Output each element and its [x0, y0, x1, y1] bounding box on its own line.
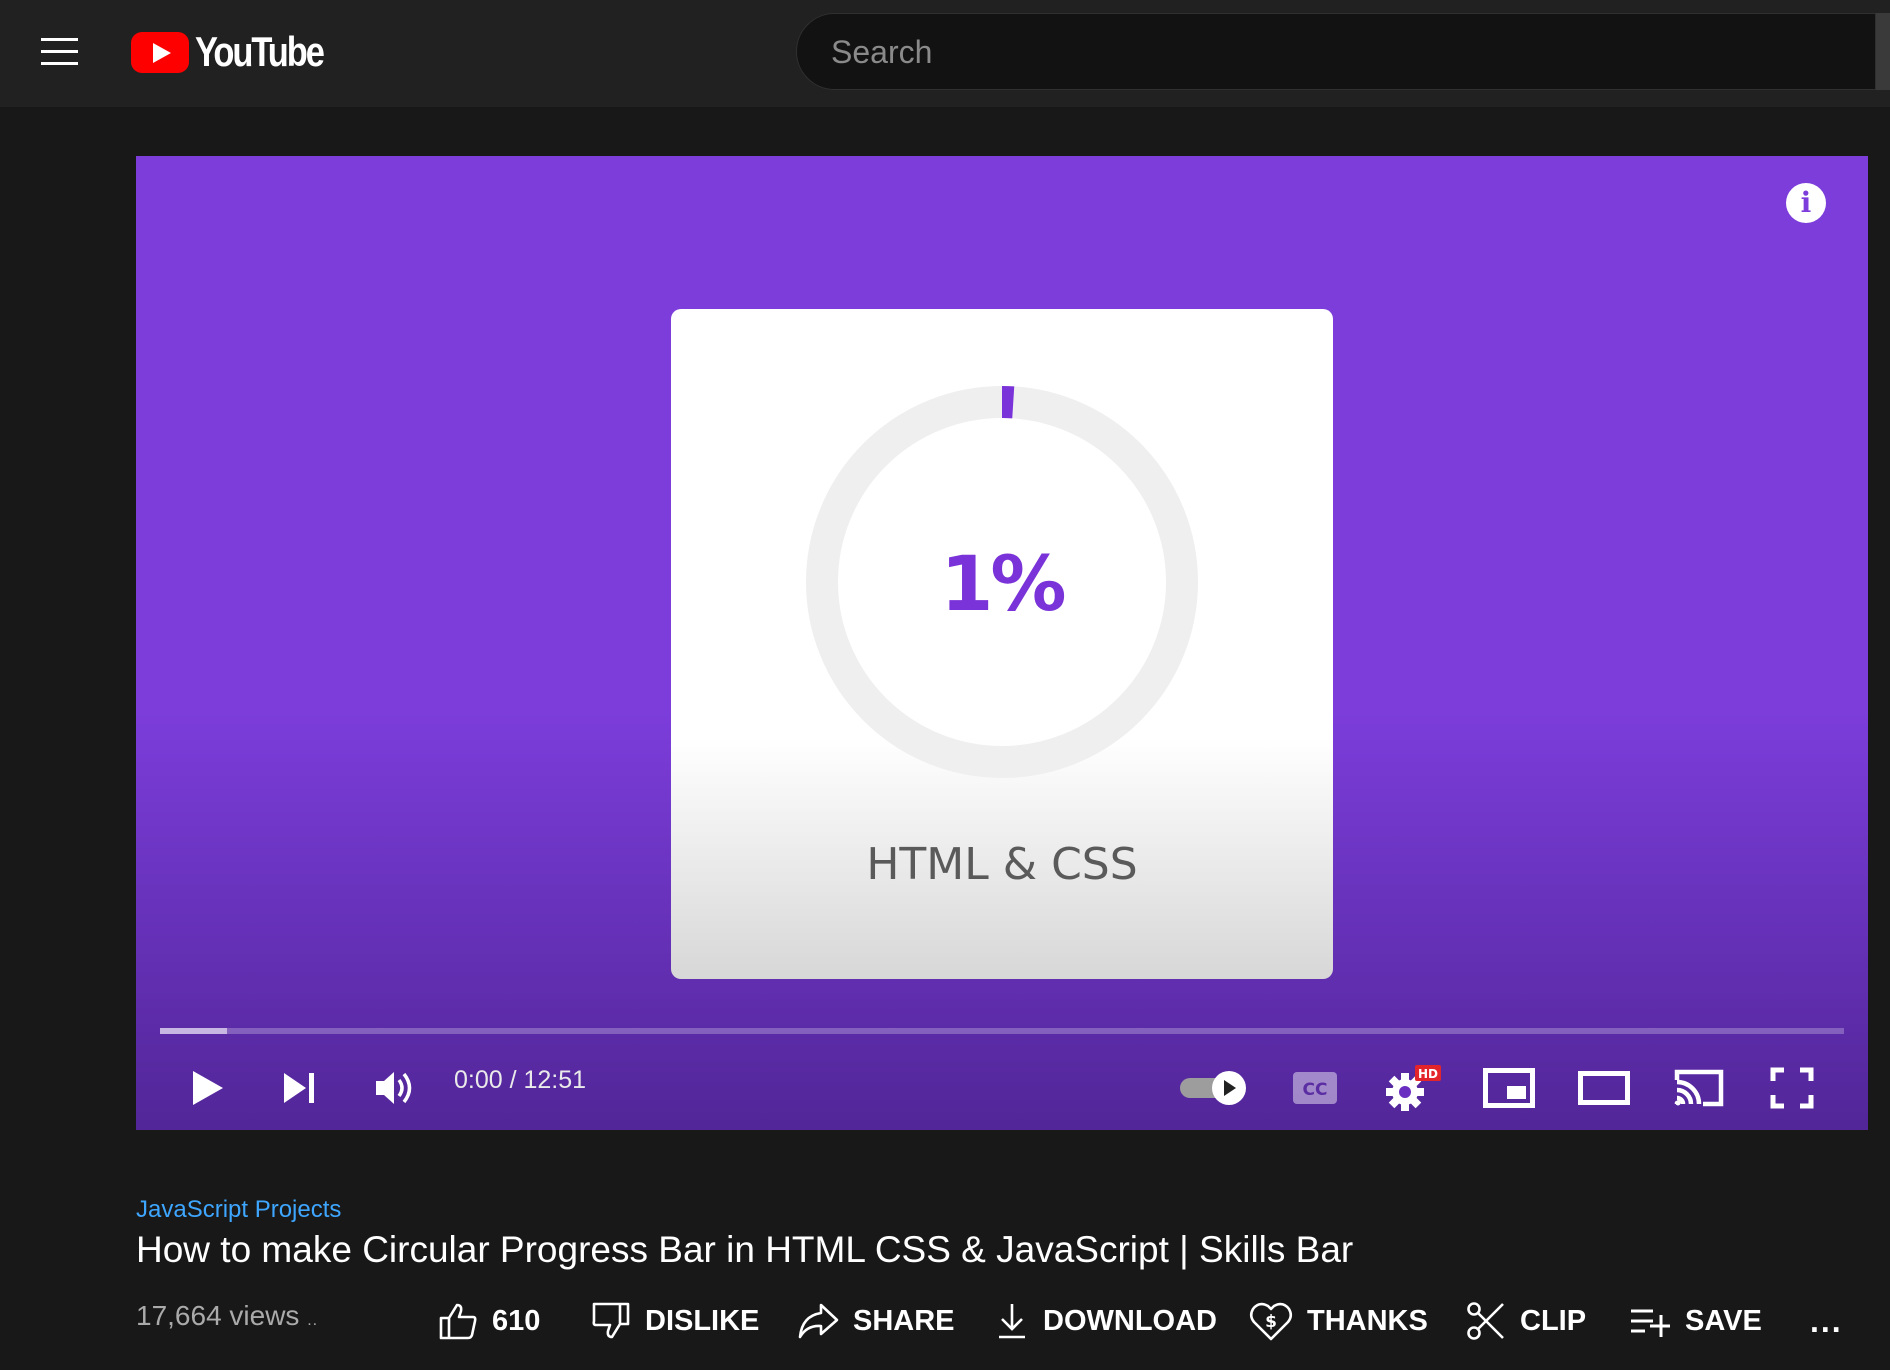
miniplayer-icon	[1483, 1068, 1535, 1108]
fullscreen-icon	[1770, 1067, 1814, 1109]
channel-link[interactable]: JavaScript Projects	[136, 1196, 341, 1224]
share-button[interactable]: SHARE	[797, 1296, 955, 1346]
video-player[interactable]: i 1% HTML & CSS 0:00 / 12:51 CC HD	[136, 156, 1868, 1130]
hd-badge-label: HD	[1418, 1067, 1438, 1081]
skill-label: HTML & CSS	[866, 839, 1138, 890]
seek-bar-played	[160, 1028, 228, 1034]
logo-text: YouTube	[195, 28, 325, 75]
autoplay-toggle[interactable]	[1179, 1056, 1251, 1120]
scissors-icon	[1467, 1302, 1504, 1340]
save-button[interactable]: SAVE	[1629, 1296, 1762, 1346]
settings-icon: HD	[1386, 1065, 1441, 1111]
svg-text:$: $	[1265, 1312, 1277, 1332]
video-progress-card: 1% HTML & CSS	[671, 309, 1333, 979]
more-icon: ...	[1810, 1302, 1843, 1339]
view-count: 17,664 views ..	[136, 1300, 318, 1332]
search-input[interactable]	[829, 14, 1863, 91]
thumbs-down-icon	[592, 1302, 630, 1339]
play-button[interactable]	[186, 1056, 230, 1120]
like-count: 610	[492, 1304, 541, 1337]
miniplayer-button[interactable]	[1482, 1056, 1536, 1120]
playlist-add-icon	[1631, 1309, 1670, 1337]
menu-icon[interactable]	[36, 30, 84, 74]
volume-button[interactable]	[370, 1056, 420, 1120]
youtube-play-logo-icon	[131, 31, 189, 73]
youtube-logo[interactable]: YouTube	[131, 28, 351, 75]
video-title: How to make Circular Progress Bar in HTM…	[136, 1229, 1354, 1270]
next-button[interactable]	[278, 1056, 322, 1120]
captions-icon: CC	[1293, 1072, 1337, 1104]
captions-button[interactable]: CC	[1291, 1056, 1339, 1120]
clip-label: CLIP	[1520, 1304, 1587, 1337]
captions-label: CC	[1303, 1080, 1328, 1100]
save-label: SAVE	[1685, 1304, 1762, 1337]
share-icon	[798, 1303, 839, 1339]
fullscreen-button[interactable]	[1768, 1056, 1816, 1120]
autoplay-toggle-icon	[1180, 1071, 1246, 1105]
search-box[interactable]	[796, 13, 1876, 91]
clip-button[interactable]: CLIP	[1466, 1296, 1586, 1346]
thanks-button[interactable]: $ THANKS	[1249, 1296, 1428, 1346]
thumbs-up-icon	[439, 1303, 477, 1340]
share-label: SHARE	[853, 1304, 955, 1337]
dislike-label: DISLIKE	[645, 1304, 760, 1337]
download-icon	[999, 1304, 1025, 1339]
volume-icon	[376, 1072, 412, 1104]
next-icon	[284, 1073, 314, 1103]
seek-bar[interactable]	[160, 1028, 1844, 1034]
play-icon	[193, 1071, 223, 1105]
thanks-heart-dollar-icon: $	[1249, 1302, 1293, 1341]
view-count-text: 17,664 views	[136, 1300, 300, 1331]
dislike-button[interactable]: DISLIKE	[591, 1296, 759, 1346]
like-button[interactable]: 610	[438, 1296, 540, 1346]
more-actions-button[interactable]: ...	[1810, 1296, 1843, 1346]
download-button[interactable]: DOWNLOAD	[995, 1296, 1217, 1346]
theater-mode-button[interactable]	[1577, 1056, 1631, 1120]
cast-icon	[1674, 1069, 1724, 1107]
theater-icon	[1578, 1071, 1630, 1105]
settings-button[interactable]: HD	[1382, 1056, 1442, 1120]
cast-button[interactable]	[1672, 1056, 1726, 1120]
time-display: 0:00 / 12:51	[454, 1066, 587, 1094]
download-label: DOWNLOAD	[1043, 1304, 1217, 1337]
search-button-edge[interactable]	[1876, 13, 1890, 90]
progress-percent-label: 1%	[940, 539, 1066, 628]
thanks-label: THANKS	[1307, 1304, 1428, 1337]
info-icon[interactable]: i	[1786, 183, 1826, 223]
view-count-suffix: ..	[307, 1312, 319, 1329]
